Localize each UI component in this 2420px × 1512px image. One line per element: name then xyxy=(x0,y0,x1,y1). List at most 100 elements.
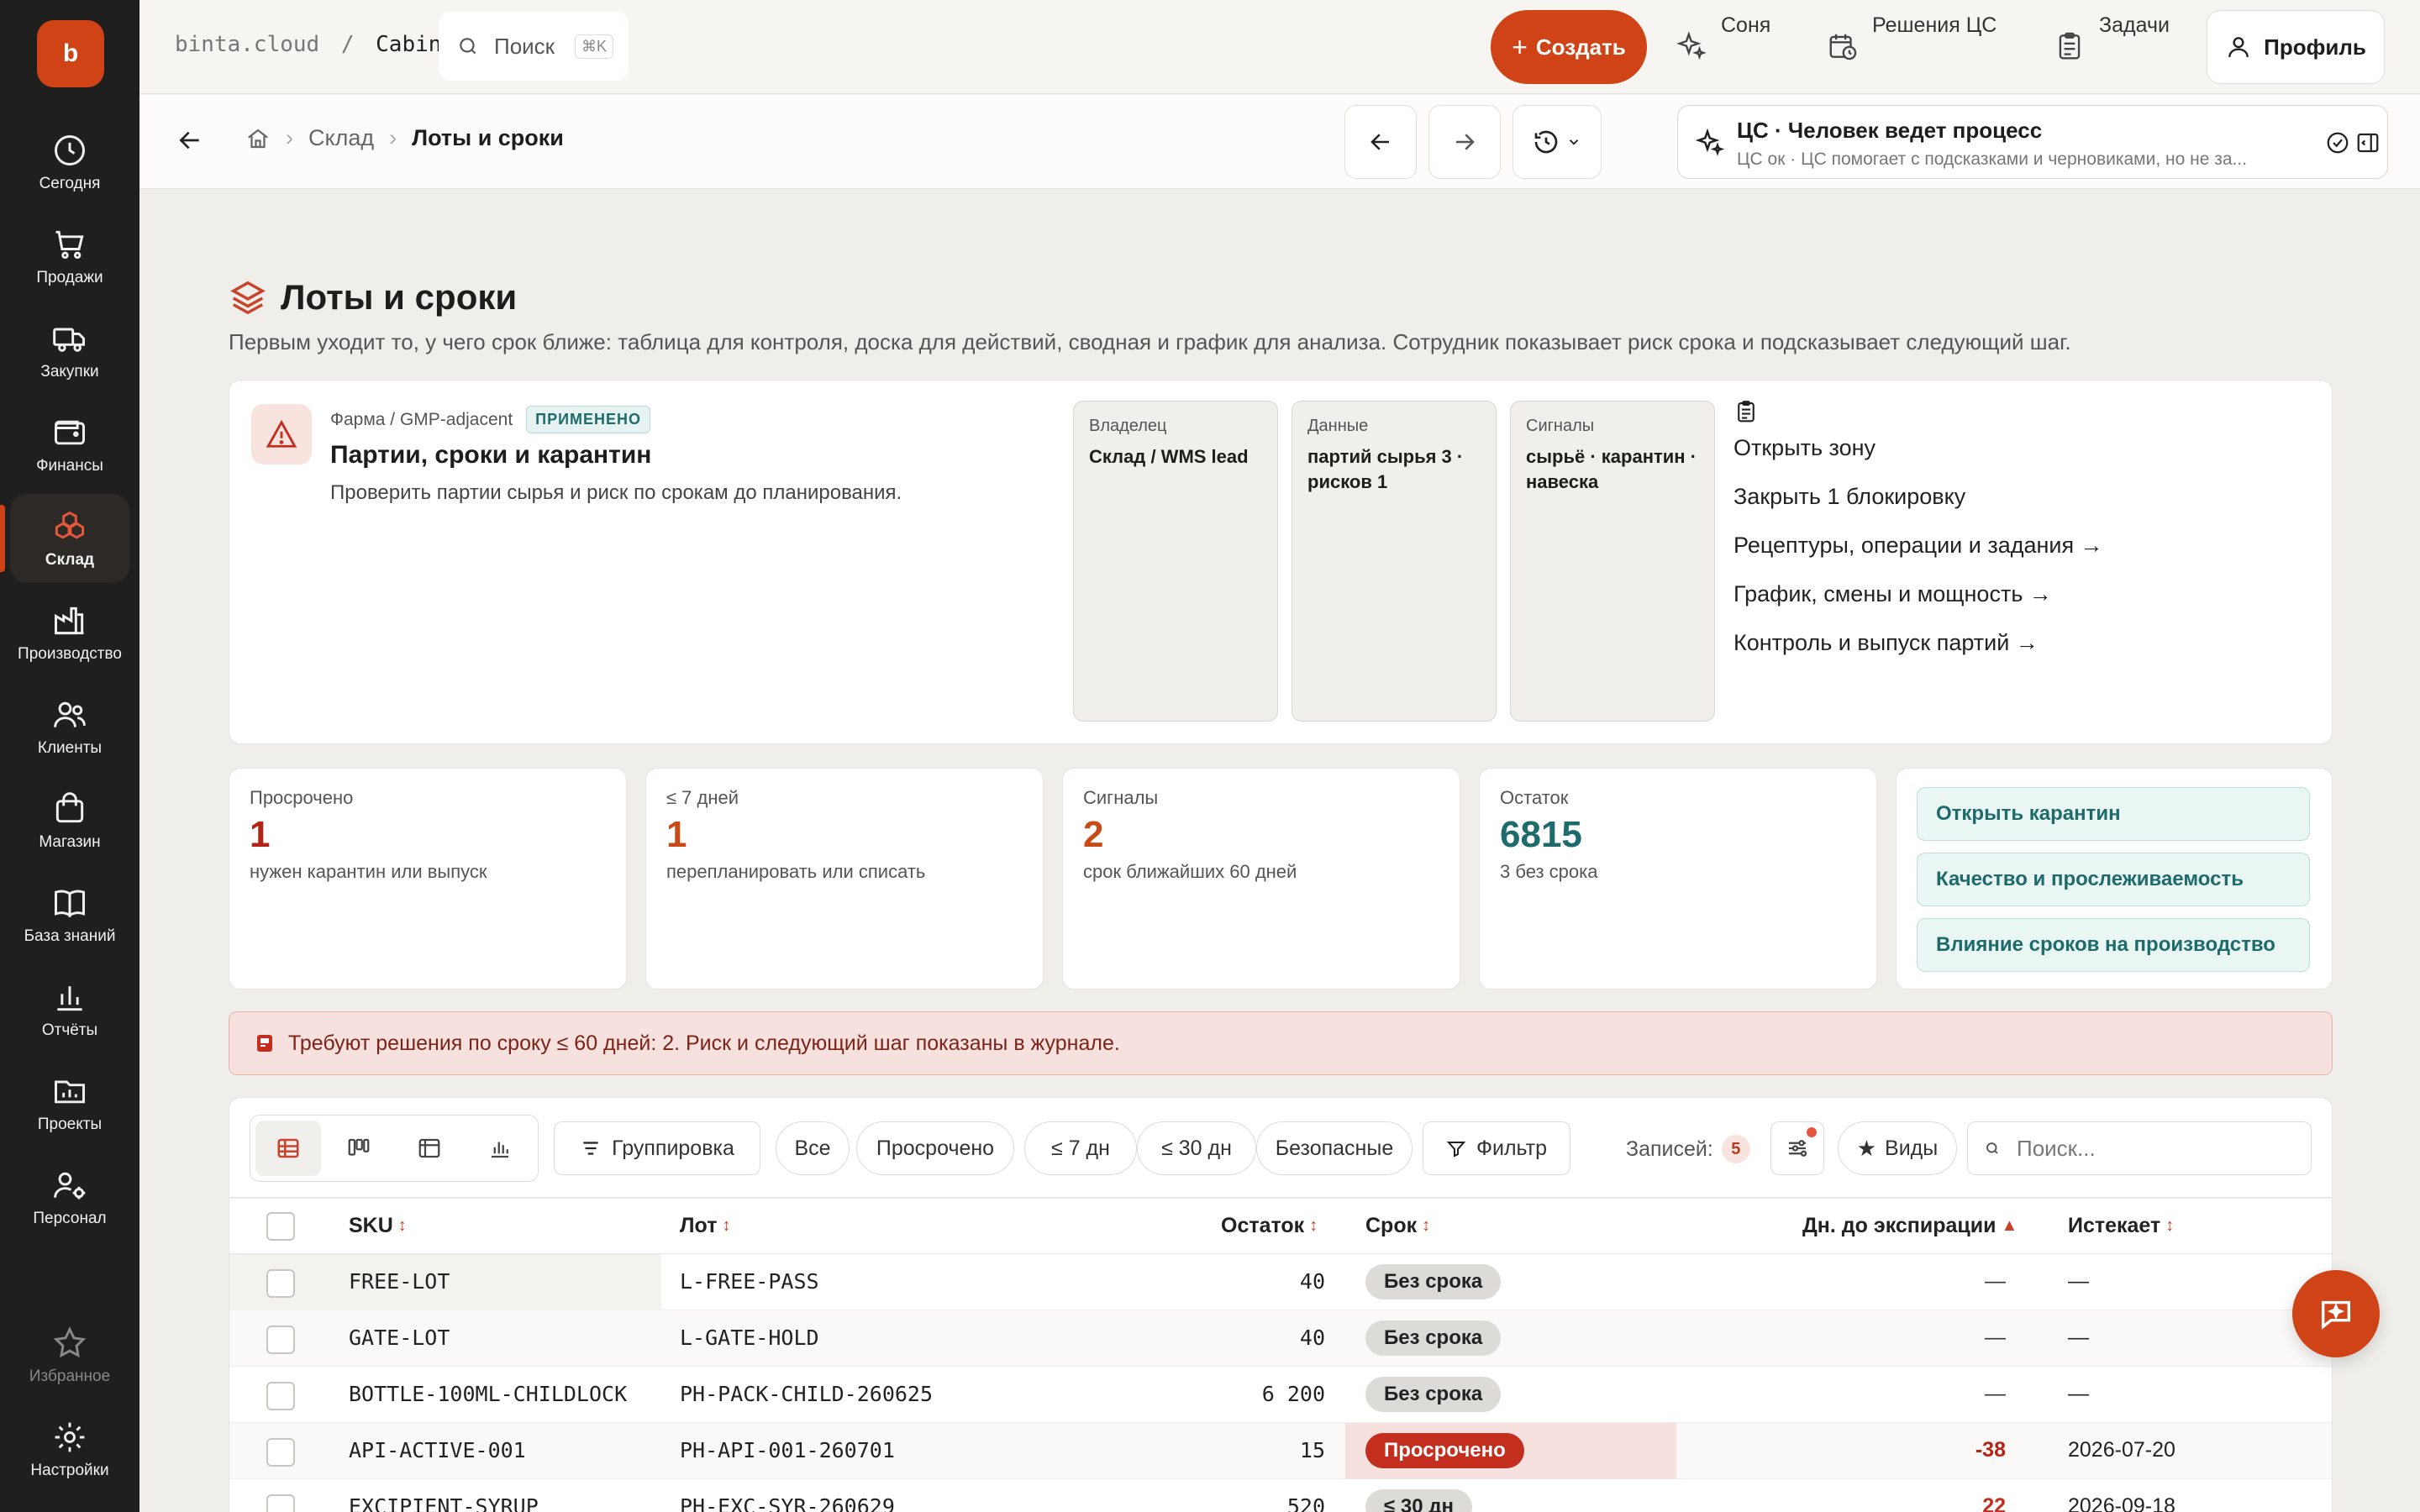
view-chart-button[interactable] xyxy=(467,1121,533,1176)
view-switcher xyxy=(250,1115,539,1182)
column-header-expires[interactable]: Истекает ↕ xyxy=(2068,1214,2174,1238)
open-quarantine-button[interactable]: Открыть карантин xyxy=(1917,787,2310,841)
cell-expires: 2026-09-18 xyxy=(2068,1494,2175,1512)
table-row[interactable]: GATE-LOT L-GATE-HOLD 40 Без срока — — xyxy=(229,1310,2332,1367)
history-forward-button[interactable] xyxy=(1428,105,1501,179)
filter-chip-safe[interactable]: Безопасные xyxy=(1256,1121,1413,1175)
row-checkbox[interactable] xyxy=(266,1438,295,1467)
home-icon[interactable] xyxy=(245,126,271,151)
sidebar-item-sales[interactable]: Продажи xyxy=(10,212,129,301)
top-link-decisions[interactable]: Решения ЦС xyxy=(1827,12,1996,82)
status-badge: ПРИМЕНЕНО xyxy=(526,406,651,433)
action-recipes[interactable]: Рецептуры, операции и задания → xyxy=(1733,531,2137,559)
cell-lot: PH-PACK-CHILD-260625 xyxy=(680,1382,934,1406)
cell-lot: PH-API-001-260701 xyxy=(680,1438,895,1462)
column-header-term[interactable]: Срок ↕ xyxy=(1365,1214,1430,1238)
check-circle-icon[interactable] xyxy=(2325,130,2350,155)
sidebar-item-knowledge[interactable]: База знаний xyxy=(10,870,129,959)
row-checkbox[interactable] xyxy=(266,1269,295,1298)
column-header-days[interactable]: Дн. до экспирации ▲ xyxy=(1802,1214,2018,1238)
filter-chip-all[interactable]: Все xyxy=(776,1121,850,1175)
boxes-icon xyxy=(55,511,85,539)
search-shortcut: ⌘K xyxy=(575,34,614,59)
stat-desc: 3 без срока xyxy=(1500,861,1598,882)
action-close-block[interactable]: Закрыть 1 блокировку xyxy=(1733,482,2137,511)
table-row[interactable]: BOTTLE-100ML-CHILDLOCK PH-PACK-CHILD-260… xyxy=(229,1367,2332,1423)
sidebar-item-warehouse[interactable]: Склад xyxy=(10,494,129,583)
create-button[interactable]: + Создать xyxy=(1491,10,1647,84)
select-all-checkbox[interactable] xyxy=(266,1212,295,1241)
back-arrow-icon[interactable] xyxy=(176,127,203,154)
breadcrumb-item-warehouse[interactable]: Склад xyxy=(308,125,374,151)
view-table-button[interactable] xyxy=(255,1121,321,1176)
assistant-chat-button[interactable] xyxy=(2292,1270,2380,1357)
cell-days: -38 xyxy=(1975,1438,2006,1462)
filter-chip-overdue[interactable]: Просрочено xyxy=(856,1121,1014,1175)
grouping-button[interactable]: Группировка xyxy=(554,1121,760,1175)
action-schedule[interactable]: График, смены и мощность → xyxy=(1733,580,2070,608)
cs-status-panel[interactable]: ЦС · Человек ведет процесс ЦС ок · ЦС по… xyxy=(1677,105,2388,179)
table-row[interactable]: EXCIPIENT-SYRUP PH-EXC-SYR-260629 520 ≤ … xyxy=(229,1479,2332,1512)
table-row[interactable]: FREE-LOT L-FREE-PASS 40 Без срока — — xyxy=(229,1254,2332,1310)
sidebar-item-today[interactable]: Сегодня xyxy=(10,118,129,207)
list-icon xyxy=(583,1142,598,1155)
profile-button[interactable]: Профиль xyxy=(2207,10,2385,84)
column-header-lot[interactable]: Лот ↕ xyxy=(680,1214,730,1238)
app-logo[interactable]: b xyxy=(37,20,104,87)
sidebar-item-shop[interactable]: Магазин xyxy=(10,776,129,865)
stat-card-signals[interactable]: Сигналы 2 срок ближайших 60 дней xyxy=(1062,768,1460,990)
sidebar-item-reports[interactable]: Отчёты xyxy=(10,964,129,1053)
plus-icon: + xyxy=(1512,31,1528,62)
stat-card-7days[interactable]: ≤ 7 дней 1 перепланировать или списать xyxy=(645,768,1044,990)
cell-lot: L-GATE-HOLD xyxy=(680,1326,819,1350)
table-header: SKU ↕ Лот ↕ Остаток ↕ Срок ↕ Дн. до экспирац… xyxy=(229,1199,2332,1254)
owner-box: Владелец Склад / WMS lead xyxy=(1073,401,1278,722)
filter-chip-30d[interactable]: ≤ 30 дн xyxy=(1137,1121,1256,1175)
workspace-domain[interactable]: binta.cloud xyxy=(175,32,319,57)
view-board-button[interactable] xyxy=(326,1121,392,1176)
table-row[interactable]: API-ACTIVE-001 PH-API-001-260701 15 Прос… xyxy=(229,1423,2332,1479)
global-search[interactable]: Поиск ⌘K xyxy=(439,12,629,81)
scenario-domain: Фарма / GMP-adjacent ПРИМЕНЕНО xyxy=(330,406,651,433)
sidebar-item-clients[interactable]: Клиенты xyxy=(10,682,129,771)
sidebar-item-settings[interactable]: Настройки xyxy=(10,1404,129,1494)
stat-card-overdue[interactable]: Просрочено 1 нужен карантин или выпуск xyxy=(229,768,627,990)
panel-toggle-icon[interactable] xyxy=(2355,130,2381,155)
data-box: Данные партий сырья 3 · рисков 1 xyxy=(1292,401,1497,722)
data-label: Данные xyxy=(1307,417,1369,435)
row-checkbox[interactable] xyxy=(266,1326,295,1354)
chevron-right-icon: › xyxy=(389,125,397,150)
row-checkbox[interactable] xyxy=(266,1494,295,1512)
row-checkbox[interactable] xyxy=(266,1382,295,1410)
expiry-impact-button[interactable]: Влияние сроков на производство xyxy=(1917,918,2310,972)
filter-button[interactable]: Фильтр xyxy=(1423,1121,1570,1175)
history-back-button[interactable] xyxy=(1344,105,1417,179)
top-link-sonya[interactable]: Соня xyxy=(1676,12,1770,82)
cell-qty: 40 xyxy=(1299,1269,1325,1294)
action-batch-release[interactable]: Контроль и выпуск партий → xyxy=(1733,628,2070,657)
sidebar-item-production[interactable]: Производство xyxy=(10,588,129,677)
sidebar-item-finance[interactable]: Финансы xyxy=(10,400,129,489)
sidebar-item-favorites[interactable]: Избранное xyxy=(10,1310,129,1399)
view-pivot-button[interactable] xyxy=(397,1121,462,1176)
alert-badge xyxy=(251,404,312,465)
cell-days: — xyxy=(1985,1269,2006,1293)
sort-icon: ↕ xyxy=(1422,1216,1431,1235)
top-link-tasks[interactable]: Задачи xyxy=(2054,12,2170,82)
cell-days: — xyxy=(1985,1382,2006,1405)
sidebar: b Сегодня Продажи Закупки Финансы Склад … xyxy=(0,0,139,1512)
quality-traceability-button[interactable]: Качество и прослеживаемость xyxy=(1917,853,2310,906)
sidebar-item-label: Закупки xyxy=(40,363,99,381)
action-open-zone[interactable]: Открыть зону xyxy=(1733,433,2137,462)
sidebar-item-projects[interactable]: Проекты xyxy=(10,1058,129,1147)
sidebar-item-purchases[interactable]: Закупки xyxy=(10,306,129,395)
sidebar-item-staff[interactable]: Персонал xyxy=(10,1152,129,1242)
column-header-qty[interactable]: Остаток ↕ xyxy=(1221,1214,1318,1238)
table-search-input[interactable]: Поиск... xyxy=(1967,1121,2312,1175)
filter-chip-7d[interactable]: ≤ 7 дн xyxy=(1024,1121,1137,1175)
column-header-sku[interactable]: SKU ↕ xyxy=(349,1214,407,1238)
stat-card-stock[interactable]: Остаток 6815 3 без срока xyxy=(1479,768,1877,990)
views-button[interactable]: ★ Виды xyxy=(1838,1121,1957,1175)
history-menu-button[interactable] xyxy=(1512,105,1602,179)
columns-settings-button[interactable] xyxy=(1770,1121,1824,1175)
